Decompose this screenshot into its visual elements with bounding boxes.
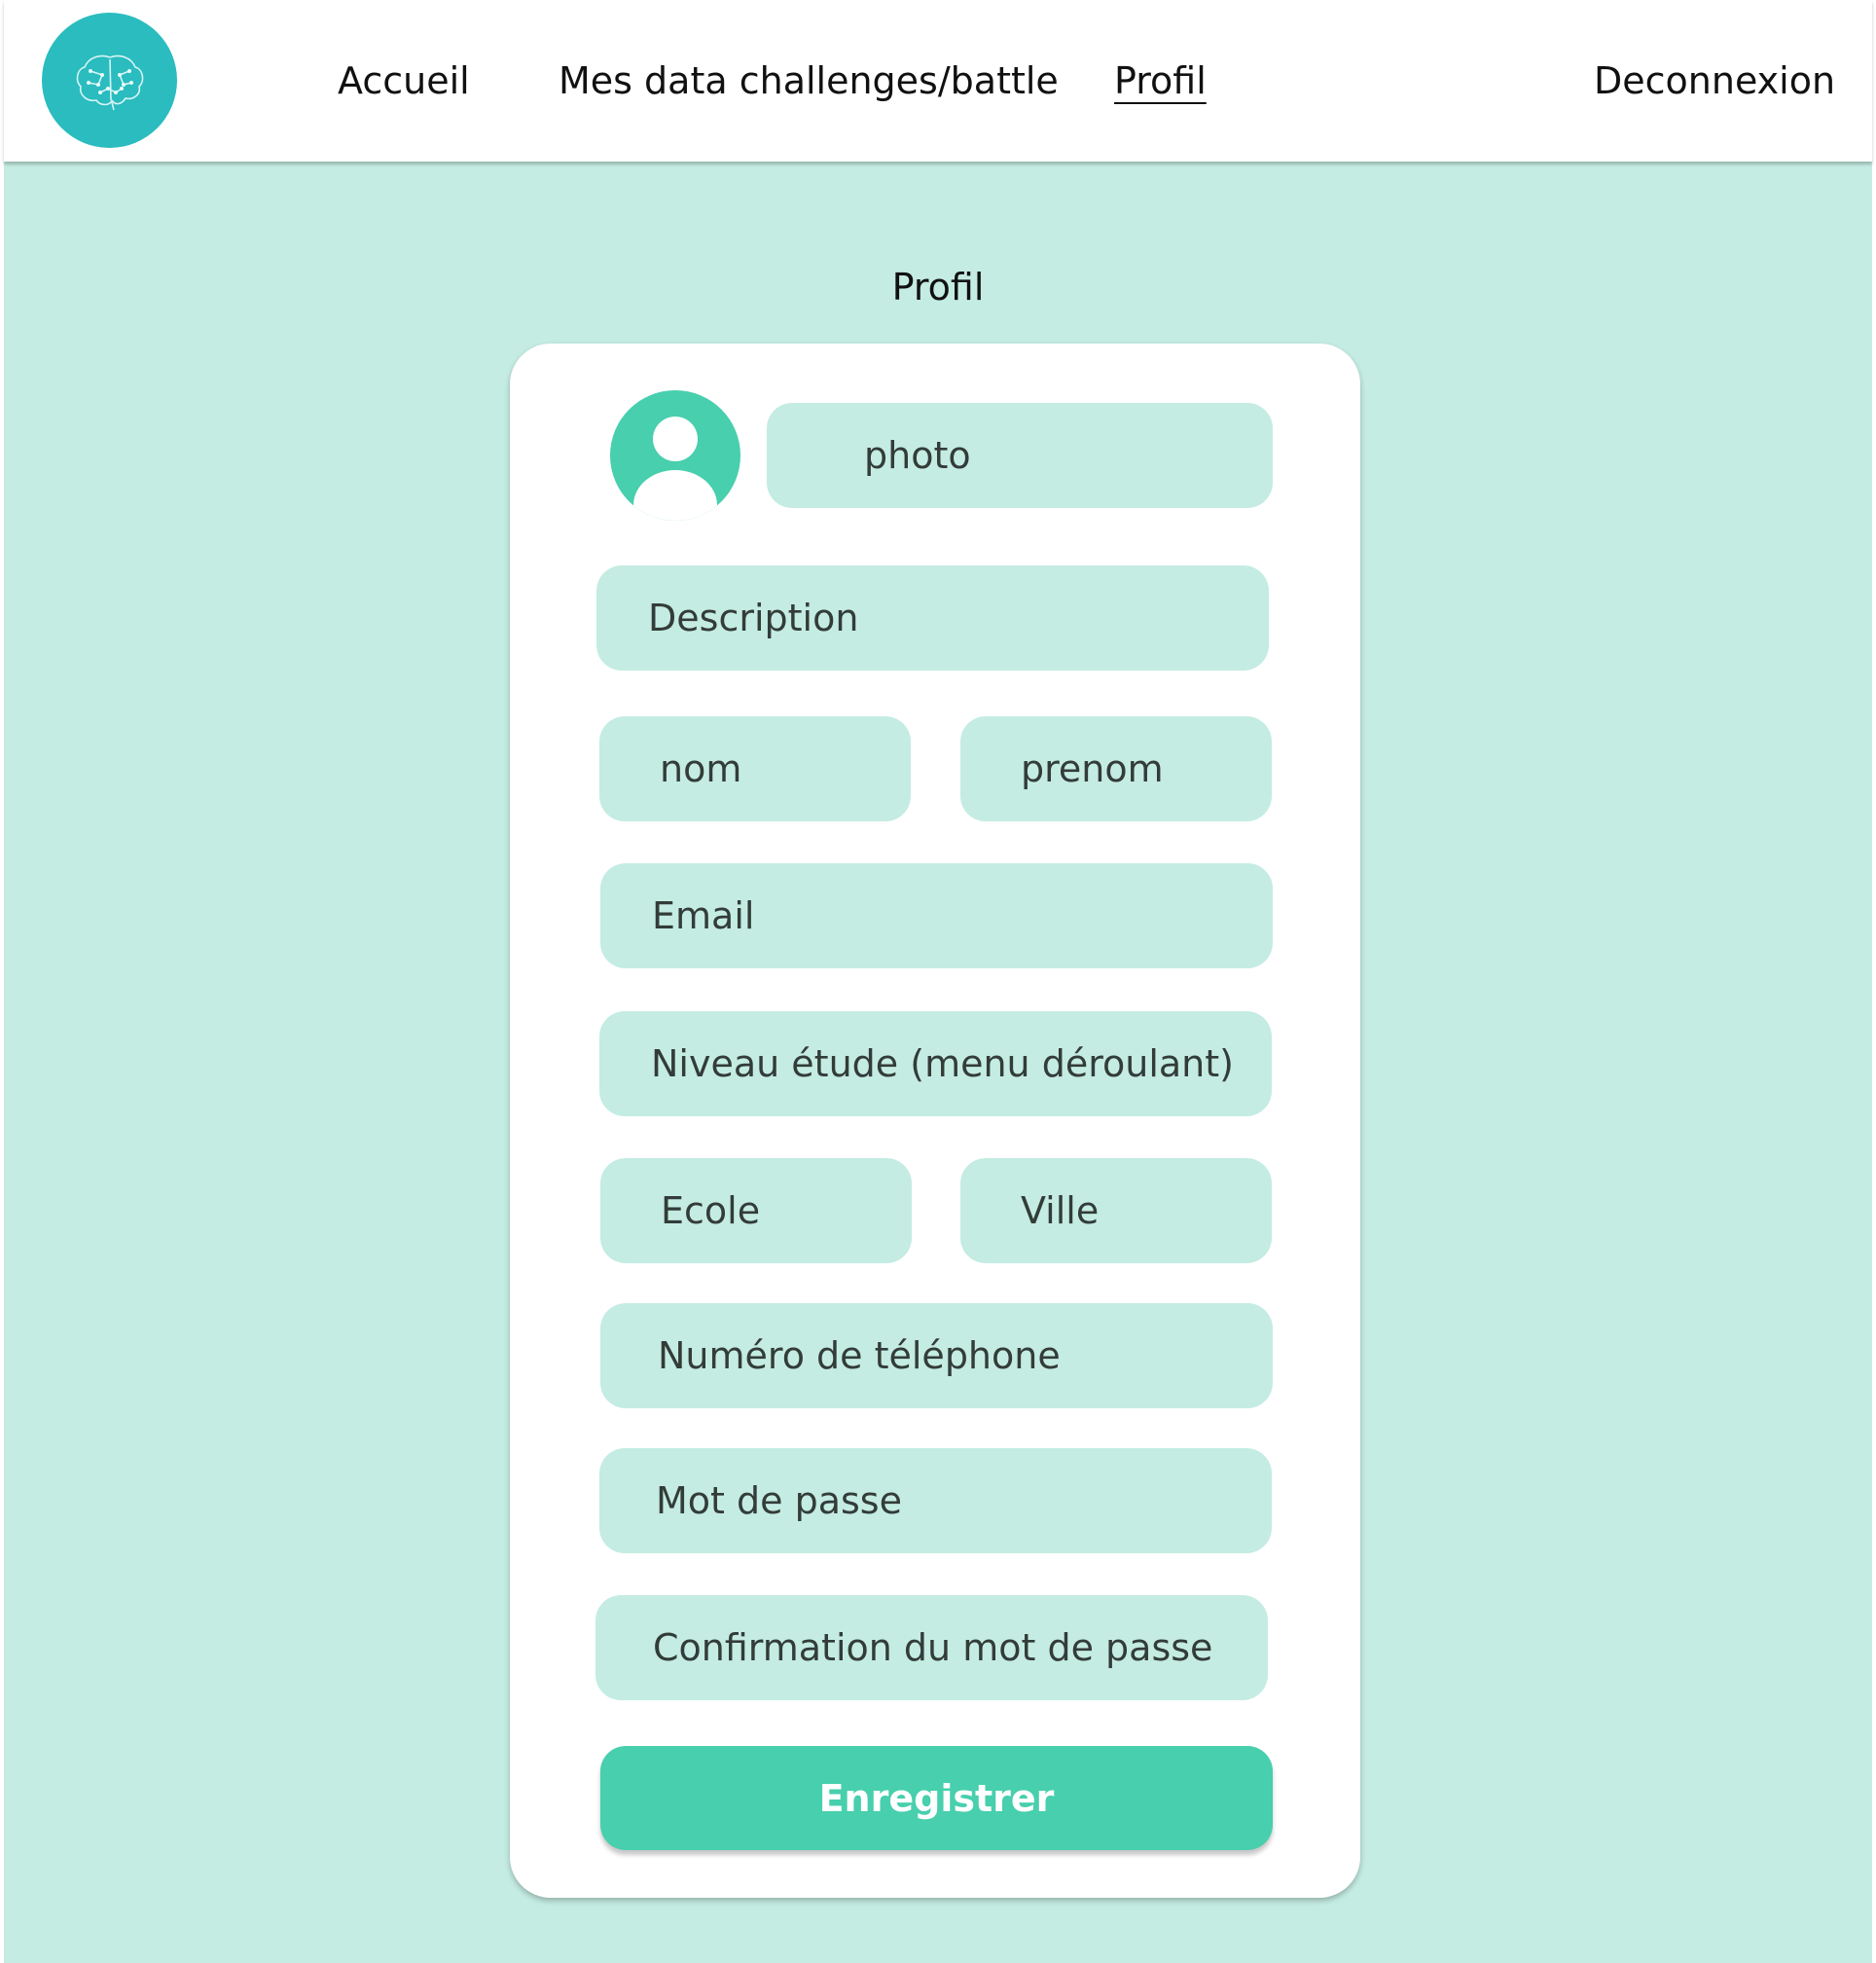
niveau-etude-select[interactable]: Niveau étude (menu déroulant) <box>599 1011 1272 1116</box>
password-confirmation-field[interactable]: Confirmation du mot de passe <box>595 1595 1268 1700</box>
logo[interactable] <box>42 13 177 148</box>
nom-field[interactable]: nom <box>599 716 911 821</box>
ecole-field[interactable]: Ecole <box>600 1158 912 1263</box>
top-navbar: Accueil Mes data challenges/battle Profi… <box>4 0 1872 162</box>
nav-home-link[interactable]: Accueil <box>338 56 470 105</box>
telephone-field[interactable]: Numéro de téléphone <box>600 1303 1273 1408</box>
prenom-field[interactable]: prenom <box>960 716 1272 821</box>
password-field[interactable]: Mot de passe <box>599 1448 1272 1553</box>
description-field[interactable]: Description <box>596 565 1269 671</box>
brain-icon <box>76 55 143 110</box>
page-title: Profil <box>891 266 985 309</box>
user-avatar-icon <box>633 417 717 521</box>
avatar <box>610 390 740 521</box>
ville-field[interactable]: Ville <box>960 1158 1272 1263</box>
email-field[interactable]: Email <box>600 863 1273 968</box>
nav-logout-link[interactable]: Deconnexion <box>1594 56 1835 105</box>
save-button[interactable]: Enregistrer <box>600 1746 1273 1850</box>
nav-profile-link[interactable]: Profil <box>1114 56 1207 105</box>
nav-challenges-link[interactable]: Mes data challenges/battle <box>559 56 1059 105</box>
photo-field[interactable]: photo <box>767 403 1273 508</box>
